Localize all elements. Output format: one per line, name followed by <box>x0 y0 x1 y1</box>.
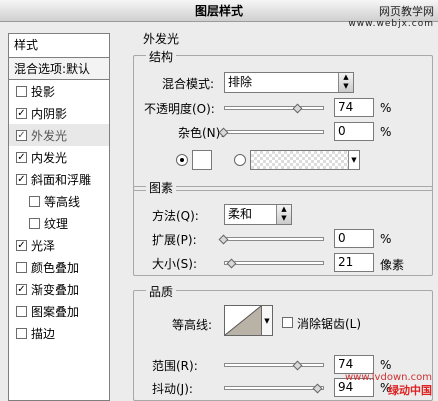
noise-unit: % <box>380 125 392 139</box>
chevron-down-icon: ▼ <box>348 151 359 169</box>
technique-label: 方法(Q): <box>152 209 199 223</box>
blend-options-item[interactable]: 混合选项:默认 <box>9 58 109 80</box>
style-item[interactable]: 描边 <box>9 322 109 344</box>
elements-title: 图素 <box>146 179 177 196</box>
opacity-unit: % <box>380 101 392 115</box>
style-item-checkbox[interactable]: ✓ <box>16 173 27 185</box>
style-item[interactable]: 投影 <box>9 80 109 102</box>
range-slider[interactable] <box>224 363 324 367</box>
style-item[interactable]: 颜色叠加 <box>9 256 109 278</box>
style-item-checkbox[interactable] <box>16 305 27 317</box>
dialog-title: 图层样式 <box>194 4 243 18</box>
style-item[interactable]: 纹理 <box>9 212 109 234</box>
style-item-checkbox[interactable]: ✓ <box>16 129 27 141</box>
style-item-label: 投影 <box>31 84 56 99</box>
structure-title: 结构 <box>146 48 177 65</box>
gradient-radio[interactable] <box>234 154 246 166</box>
contour-curve-icon <box>224 305 262 336</box>
range-label: 范围(R): <box>152 359 198 373</box>
style-item[interactable]: ✓ 内发光 <box>9 146 109 168</box>
noise-label: 杂色(N): <box>178 126 225 140</box>
contour-dropdown-arrow[interactable]: ▼ <box>262 305 273 336</box>
blend-mode-select[interactable]: 排除 ▲ ▼ <box>224 72 354 93</box>
style-item-label: 斜面和浮雕 <box>31 172 92 187</box>
spread-label: 扩展(P): <box>152 233 197 247</box>
technique-select[interactable]: 柔和 ▲ ▼ <box>224 204 292 225</box>
size-label: 大小(S): <box>152 257 198 271</box>
style-item[interactable]: 图案叠加 <box>9 300 109 322</box>
style-item-checkbox[interactable]: ✓ <box>16 107 27 119</box>
style-item-label: 颜色叠加 <box>31 260 80 275</box>
size-input[interactable]: 21 <box>334 253 374 272</box>
site-stamp: www.lvdown.com 绿动中国 <box>345 371 432 397</box>
watermark-url: www.webjx.com <box>348 19 434 29</box>
select-arrows-icon: ▲ ▼ <box>276 205 291 224</box>
noise-input[interactable]: 0 <box>334 122 374 141</box>
style-item-label: 内发光 <box>31 150 68 165</box>
size-slider[interactable] <box>224 261 324 265</box>
style-items: 投影 ✓ 内阴影 ✓ 外发光 ✓ 内发光 ✓ 斜面和浮雕等高线纹理 ✓ 光泽颜色叠加 ✓ 渐变叠加图案叠… <box>9 80 109 344</box>
structure-group: 结构 混合模式: 排除 ▲ ▼ 不透明度(O): 74 % 杂色(N): 0 % … <box>133 48 433 191</box>
style-item-label: 渐变叠加 <box>31 282 80 297</box>
jitter-label: 抖动(J): <box>152 382 193 396</box>
style-item-label: 图案叠加 <box>31 304 80 319</box>
glow-color-swatch[interactable] <box>192 150 212 170</box>
jitter-slider[interactable] <box>224 386 324 390</box>
style-item[interactable]: ✓ 光泽 <box>9 234 109 256</box>
glow-gradient-picker[interactable]: ▼ <box>250 150 360 170</box>
style-item[interactable]: ✓ 外发光 <box>9 124 109 146</box>
style-item-label: 等高线 <box>44 194 81 209</box>
noise-slider[interactable] <box>224 130 324 134</box>
style-item-checkbox[interactable] <box>29 217 40 229</box>
style-item-checkbox[interactable] <box>16 85 27 97</box>
styles-header[interactable]: 样式 <box>9 34 109 58</box>
technique-value: 柔和 <box>228 207 253 221</box>
opacity-label: 不透明度(O): <box>144 102 215 116</box>
watermark-text: 网页教学网 <box>379 5 434 18</box>
style-item-label: 外发光 <box>31 128 68 143</box>
solid-color-radio[interactable] <box>176 154 188 166</box>
spread-input[interactable]: 0 <box>334 229 374 248</box>
opacity-input[interactable]: 74 <box>334 98 374 117</box>
style-item[interactable]: ✓ 内阴影 <box>9 102 109 124</box>
style-item[interactable]: 等高线 <box>9 190 109 212</box>
style-item-label: 纹理 <box>44 216 69 231</box>
style-item-checkbox[interactable] <box>16 327 27 339</box>
style-item-checkbox[interactable] <box>29 195 40 207</box>
stamp-text: 绿动中国 <box>388 384 432 397</box>
style-item-checkbox[interactable] <box>16 261 27 273</box>
range-unit: % <box>380 358 392 372</box>
size-unit: 像素 <box>380 258 405 272</box>
quality-title: 品质 <box>146 283 177 300</box>
stamp-url: www.lvdown.com <box>344 372 432 383</box>
watermark: 网页教学网 www.webjx.com <box>348 6 434 30</box>
style-item-checkbox[interactable]: ✓ <box>16 283 27 295</box>
antialias-checkbox[interactable] <box>282 317 293 328</box>
style-item[interactable]: ✓ 渐变叠加 <box>9 278 109 300</box>
style-item-label: 内阴影 <box>31 106 68 121</box>
blend-mode-label: 混合模式: <box>162 77 215 91</box>
style-item-checkbox[interactable]: ✓ <box>16 151 27 163</box>
spread-slider[interactable] <box>224 237 324 241</box>
styles-list: 样式 混合选项:默认 投影 ✓ 内阴影 ✓ 外发光 ✓ 内发光 ✓ 斜面和浮雕等高线纹理 ✓ 光泽颜… <box>8 33 110 401</box>
select-arrows-icon: ▲ ▼ <box>338 73 353 92</box>
spread-unit: % <box>380 232 392 246</box>
style-item[interactable]: ✓ 斜面和浮雕 <box>9 168 109 190</box>
blend-mode-value: 排除 <box>228 75 253 89</box>
contour-label: 等高线: <box>172 318 213 332</box>
style-item-checkbox[interactable]: ✓ <box>16 239 27 251</box>
elements-group: 图素 方法(Q): 柔和 ▲ ▼ 扩展(P): 0 % 大小(S): 21 像素 <box>133 179 433 276</box>
style-item-label: 光泽 <box>31 238 56 253</box>
antialias-label: 消除锯齿(L) <box>297 317 362 331</box>
outer-glow-title: 外发光 <box>141 30 182 47</box>
style-item-label: 描边 <box>31 326 56 341</box>
contour-picker[interactable] <box>224 305 262 336</box>
opacity-slider[interactable] <box>224 106 324 110</box>
